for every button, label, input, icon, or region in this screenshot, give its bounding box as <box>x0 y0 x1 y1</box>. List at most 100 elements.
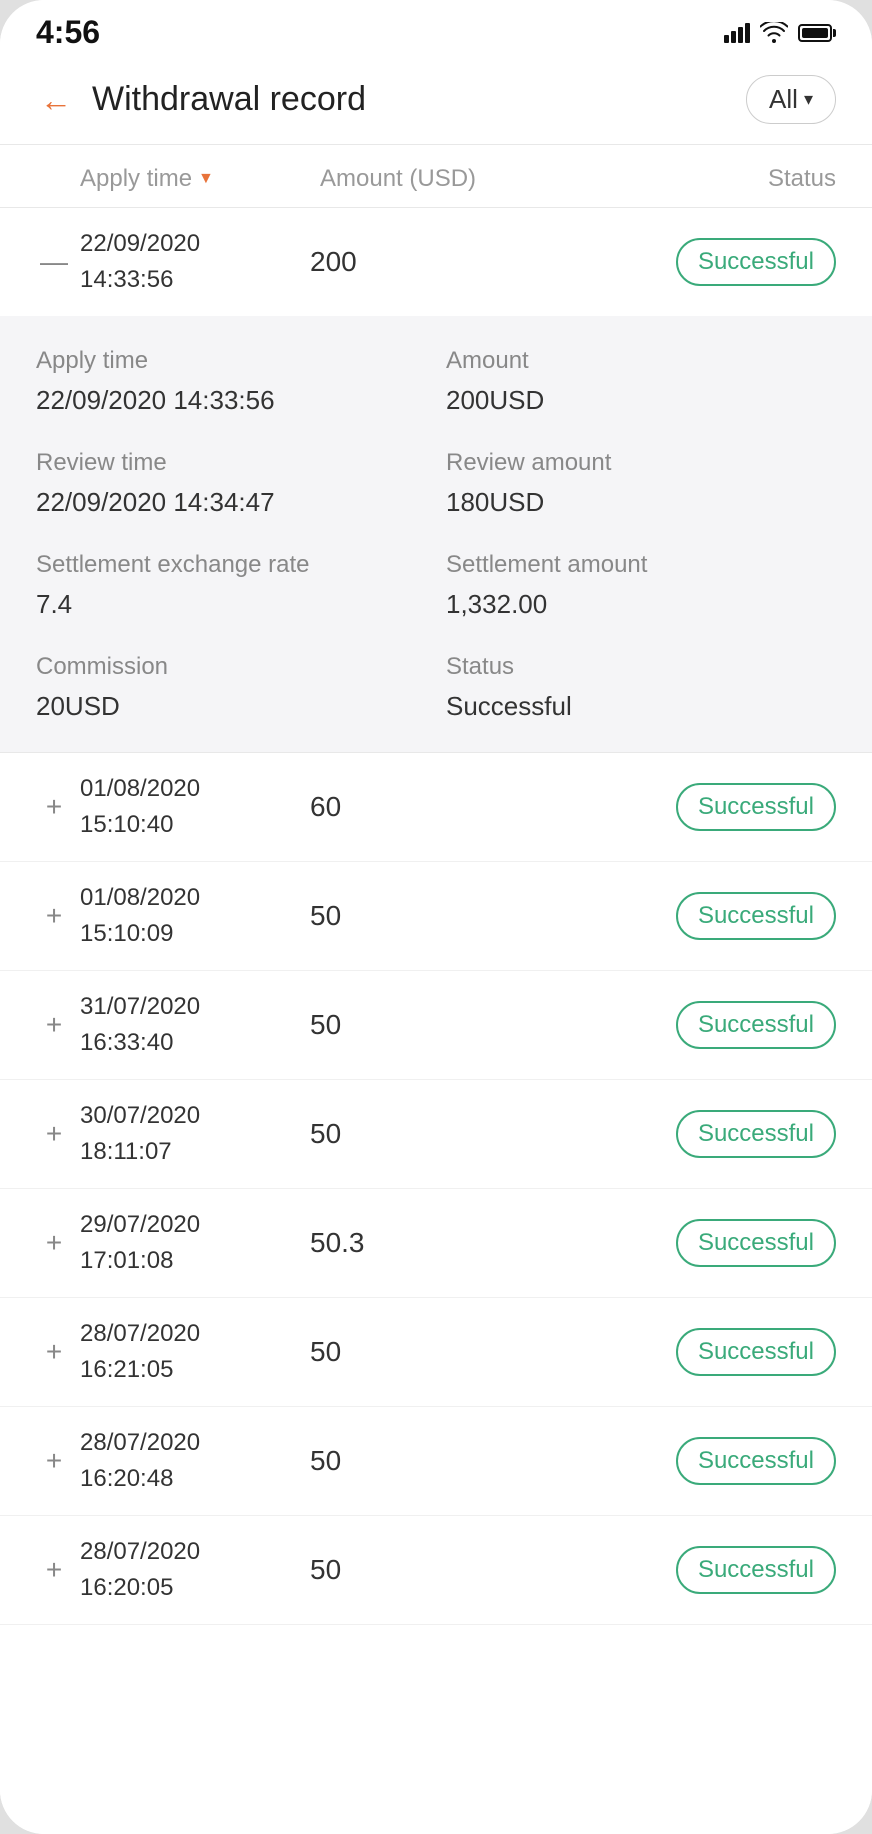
successful-badge: Successful <box>676 1001 836 1049</box>
settlement-amount-value: 1,332.00 <box>446 586 836 622</box>
record-row[interactable]: + 31/07/2020 16:33:40 50 Successful <box>0 971 872 1080</box>
status-time: 4:56 <box>36 14 100 51</box>
record-date: 22/09/2020 <box>80 226 280 262</box>
detail-settlement-rate: Settlement exchange rate 7.4 <box>36 548 426 622</box>
detail-apply-time: Apply time 22/09/2020 14:33:56 <box>36 344 426 418</box>
status-badge: Successful <box>676 892 836 940</box>
status-bar: 4:56 <box>0 0 872 59</box>
successful-badge: Successful <box>676 1437 836 1485</box>
review-amount-label: Review amount <box>446 446 836 480</box>
commission-value: 20USD <box>36 688 426 724</box>
back-button[interactable]: ← <box>36 80 76 120</box>
status-badge: Successful <box>676 1110 836 1158</box>
header-left: ← Withdrawal record <box>36 80 366 120</box>
record-datetime: 01/08/2020 15:10:40 <box>80 771 280 843</box>
record-row[interactable]: + 28/07/2020 16:20:48 50 Successful <box>0 1407 872 1516</box>
filter-label: All <box>769 84 798 115</box>
review-time-label: Review time <box>36 446 426 480</box>
record-amount: 50 <box>280 900 676 932</box>
record-time: 16:21:05 <box>80 1352 280 1388</box>
filter-button[interactable]: All ▾ <box>746 75 836 124</box>
record-amount: 50 <box>280 1445 676 1477</box>
record-time: 18:11:07 <box>80 1134 280 1170</box>
col-amount-header: Amount (USD) <box>320 165 676 193</box>
successful-badge: Successful <box>676 1328 836 1376</box>
phone-frame: 4:56 <box>0 0 872 1834</box>
header: ← Withdrawal record All ▾ <box>0 59 872 144</box>
record-amount: 60 <box>280 791 676 823</box>
col-time-header: Apply time ▼ <box>80 165 320 193</box>
apply-time-value: 22/09/2020 14:33:56 <box>36 382 426 418</box>
record-date: 28/07/2020 <box>80 1425 280 1461</box>
record-row[interactable]: + 28/07/2020 16:20:05 50 Successful <box>0 1516 872 1625</box>
record-amount: 50 <box>280 1336 676 1368</box>
record-row[interactable]: + 29/07/2020 17:01:08 50.3 Successful <box>0 1189 872 1298</box>
status-badge: Successful <box>676 1219 836 1267</box>
review-time-value: 22/09/2020 14:34:47 <box>36 484 426 520</box>
record-amount: 50 <box>280 1554 676 1586</box>
record-row[interactable]: + 01/08/2020 15:10:09 50 Successful <box>0 862 872 971</box>
record-time: 17:01:08 <box>80 1243 280 1279</box>
record-amount: 200 <box>280 246 676 278</box>
record-row[interactable]: + 01/08/2020 15:10:40 60 Successful <box>0 753 872 862</box>
expand-icon: + <box>36 1007 72 1043</box>
record-datetime: 28/07/2020 16:21:05 <box>80 1316 280 1388</box>
wifi-icon <box>760 22 788 44</box>
status-badge: Successful <box>676 1001 836 1049</box>
successful-badge: Successful <box>676 892 836 940</box>
record-time: 16:20:48 <box>80 1461 280 1497</box>
expand-icon: + <box>36 1116 72 1152</box>
record-detail: Apply time 22/09/2020 14:33:56 Amount 20… <box>0 316 872 753</box>
record-date: 31/07/2020 <box>80 989 280 1025</box>
record-time: 16:33:40 <box>80 1025 280 1061</box>
record-time: 15:10:40 <box>80 807 280 843</box>
record-date: 28/07/2020 <box>80 1534 280 1570</box>
status-badge: Successful <box>676 238 836 286</box>
status-label: Status <box>446 650 836 684</box>
record-amount: 50.3 <box>280 1227 676 1259</box>
battery-icon <box>798 24 836 42</box>
amount-label: Amount <box>446 344 836 378</box>
apply-time-label: Apply time <box>80 165 192 193</box>
record-datetime: 30/07/2020 18:11:07 <box>80 1098 280 1170</box>
detail-review-time: Review time 22/09/2020 14:34:47 <box>36 446 426 520</box>
status-icons <box>724 22 836 44</box>
record-date: 29/07/2020 <box>80 1207 280 1243</box>
record-time: 16:20:05 <box>80 1570 280 1606</box>
record-row[interactable]: + 30/07/2020 18:11:07 50 Successful <box>0 1080 872 1189</box>
successful-badge: Successful <box>676 1219 836 1267</box>
status-value: Successful <box>446 688 836 724</box>
review-amount-value: 180USD <box>446 484 836 520</box>
status-badge: Successful <box>676 1328 836 1376</box>
expand-icon: + <box>36 898 72 934</box>
record-datetime: 31/07/2020 16:33:40 <box>80 989 280 1061</box>
expand-icon: + <box>36 1334 72 1370</box>
record-time: 14:33:56 <box>80 262 280 298</box>
commission-label: Commission <box>36 650 426 684</box>
signal-icon <box>724 23 750 43</box>
expand-icon: + <box>36 1443 72 1479</box>
record-datetime: 29/07/2020 17:01:08 <box>80 1207 280 1279</box>
col-status-header: Status <box>676 165 836 193</box>
back-arrow-icon: ← <box>40 84 72 116</box>
status-badge: Successful <box>676 783 836 831</box>
record-amount: 50 <box>280 1118 676 1150</box>
expand-icon: + <box>36 1552 72 1588</box>
record-row[interactable]: + 28/07/2020 16:21:05 50 Successful <box>0 1298 872 1407</box>
table-header: Apply time ▼ Amount (USD) Status <box>0 145 872 207</box>
detail-amount: Amount 200USD <box>446 344 836 418</box>
status-badge: Successful <box>676 1437 836 1485</box>
record-row[interactable]: — 22/09/2020 14:33:56 200 Successful <box>0 208 872 316</box>
successful-badge: Successful <box>676 1546 836 1594</box>
settlement-amount-label: Settlement amount <box>446 548 836 582</box>
successful-badge: Successful <box>676 238 836 286</box>
expand-icon: + <box>36 789 72 825</box>
expand-icon: + <box>36 1225 72 1261</box>
record-datetime: 28/07/2020 16:20:48 <box>80 1425 280 1497</box>
apply-time-label: Apply time <box>36 344 426 378</box>
record-amount: 50 <box>280 1009 676 1041</box>
detail-settlement-amount: Settlement amount 1,332.00 <box>446 548 836 622</box>
detail-commission: Commission 20USD <box>36 650 426 724</box>
record-date: 30/07/2020 <box>80 1098 280 1134</box>
collapse-icon: — <box>36 244 72 280</box>
